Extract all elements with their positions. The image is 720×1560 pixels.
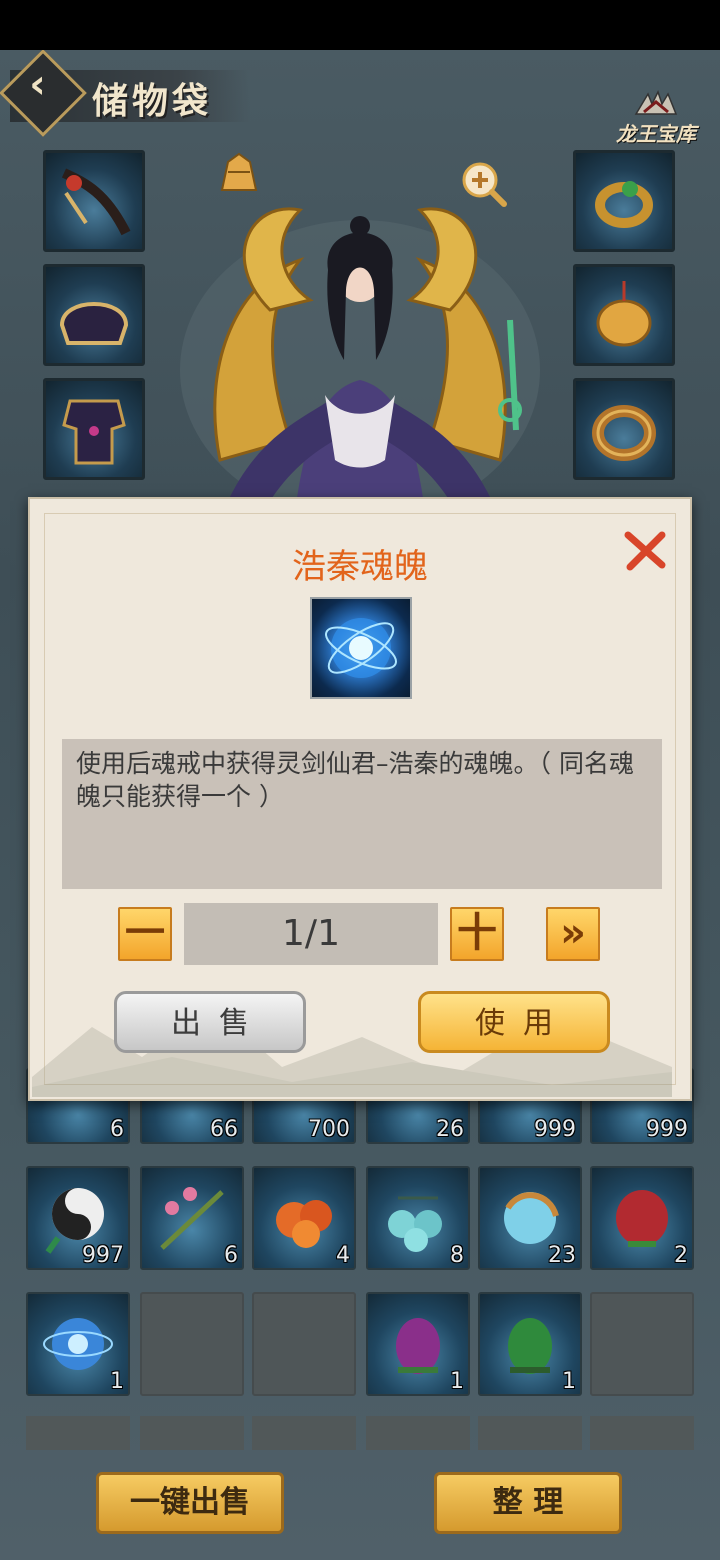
- dragon-emblem-icon: [634, 90, 678, 115]
- use-button[interactable]: 使用: [418, 991, 610, 1053]
- inventory-slot-empty[interactable]: [252, 1416, 356, 1450]
- back-button[interactable]: ‹: [0, 50, 87, 137]
- inventory-slot[interactable]: 2: [590, 1166, 694, 1270]
- zoom-in-icon[interactable]: [458, 158, 508, 208]
- sell-all-button[interactable]: 一键出售: [96, 1472, 284, 1534]
- jade-pendant-icon: [596, 281, 652, 347]
- item-icon-frame: [310, 597, 412, 699]
- equip-slot-weapon[interactable]: [43, 150, 145, 252]
- weapon-icon: [61, 168, 131, 236]
- inventory-slot-empty[interactable]: [140, 1416, 244, 1450]
- increase-quantity-button[interactable]: 十: [450, 907, 504, 961]
- inventory-slot[interactable]: 8: [366, 1166, 470, 1270]
- equip-slot-bracelet[interactable]: [573, 378, 675, 480]
- inventory-slot-empty[interactable]: [590, 1292, 694, 1396]
- helmet-icon: [59, 302, 129, 345]
- vault-label: 龙王宝库: [616, 122, 696, 146]
- inventory-slot[interactable]: 23: [478, 1166, 582, 1270]
- inventory-slot-empty[interactable]: [26, 1416, 130, 1450]
- equip-slot-pendant[interactable]: [573, 264, 675, 366]
- ring-icon: [595, 181, 653, 228]
- decrease-quantity-button[interactable]: 一: [118, 907, 172, 961]
- bracelet-icon: [592, 405, 656, 461]
- inventory-slot-empty[interactable]: [140, 1292, 244, 1396]
- quantity-field[interactable]: 1/1: [184, 903, 438, 965]
- armor-icon: [62, 399, 126, 465]
- page-title: 储物袋: [92, 81, 213, 122]
- inventory-slot[interactable]: 1: [26, 1292, 130, 1396]
- max-quantity-button[interactable]: »: [546, 907, 600, 961]
- inventory-slot[interactable]: 997: [26, 1166, 130, 1270]
- sort-button[interactable]: 整 理: [434, 1472, 622, 1534]
- item-name: 浩秦魂魄: [292, 547, 428, 587]
- storage-bag-screen: ‹ 储物袋 龙王宝库 6 66 700 26 999 999 997 6 4 8…: [0, 50, 720, 1560]
- item-description-box: 使用后魂戒中获得灵剑仙君–浩秦的魂魄。（ 同名魂魄只能获得一个 ）: [62, 739, 662, 889]
- inventory-slot-empty[interactable]: [252, 1292, 356, 1396]
- inventory-slot-empty[interactable]: [590, 1416, 694, 1450]
- equip-slot-ring[interactable]: [573, 150, 675, 252]
- inventory-slot-empty[interactable]: [366, 1416, 470, 1450]
- equip-slot-armor[interactable]: [43, 378, 145, 480]
- dragon-king-vault-button[interactable]: 龙王宝库: [606, 90, 706, 146]
- inventory-slot[interactable]: 4: [252, 1166, 356, 1270]
- sell-button[interactable]: 出售: [114, 991, 306, 1053]
- outfit-icon[interactable]: [214, 150, 264, 200]
- soul-orb-icon: [325, 618, 397, 678]
- inventory-slot[interactable]: 1: [366, 1292, 470, 1396]
- inventory-slot[interactable]: 1: [478, 1292, 582, 1396]
- item-description: 使用后魂戒中获得灵剑仙君–浩秦的魂魄。（ 同名魂魄只能获得一个 ）: [76, 749, 634, 811]
- inventory-slot[interactable]: 6: [140, 1166, 244, 1270]
- equip-slot-helmet[interactable]: [43, 264, 145, 366]
- close-icon[interactable]: [622, 527, 668, 573]
- chevron-left-icon: ‹: [29, 61, 46, 108]
- inventory-slot-empty[interactable]: [478, 1416, 582, 1450]
- item-detail-dialog: 浩秦魂魄 使用后魂戒中获得灵剑仙君–浩秦的魂魄。（ 同名魂魄只能获得一个 ） 一…: [28, 497, 692, 1101]
- status-bar: [0, 0, 720, 50]
